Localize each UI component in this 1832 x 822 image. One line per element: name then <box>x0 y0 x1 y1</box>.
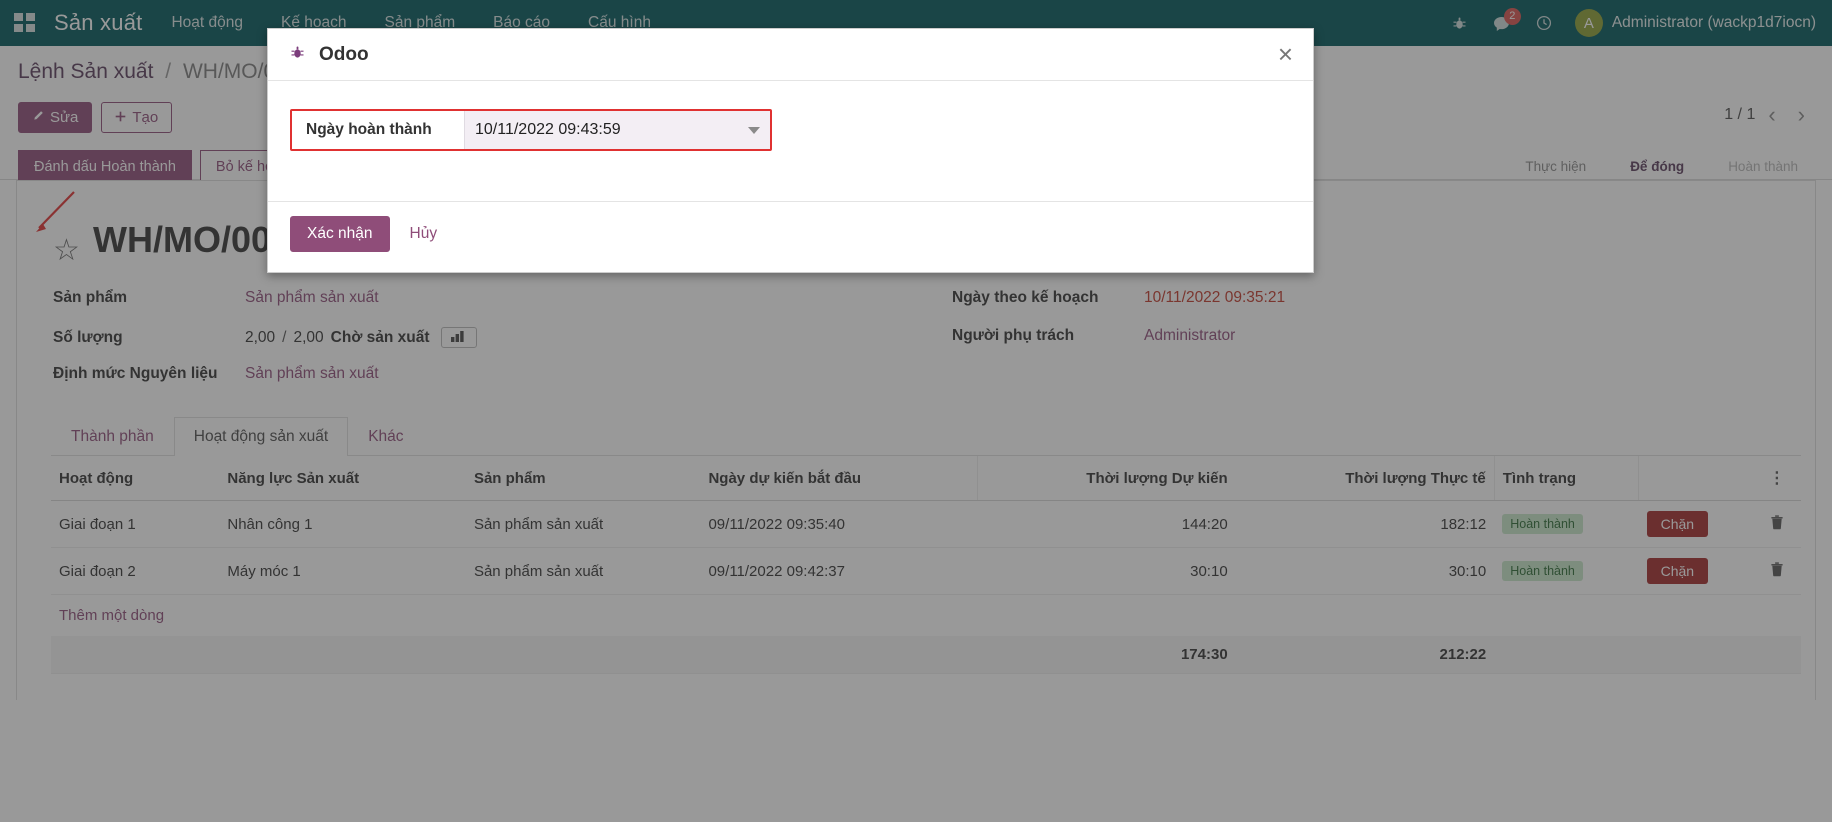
cancel-button[interactable]: Hủy <box>404 217 444 251</box>
dialog-header: Odoo × <box>268 29 1313 81</box>
date-field-highlight: Ngày hoàn thành <box>290 109 772 151</box>
chevron-down-icon[interactable] <box>748 127 760 134</box>
app-root: Sản xuất Hoạt động Kế hoạch Sản phẩm Báo… <box>0 0 1832 822</box>
dialog-title: Odoo <box>319 44 369 66</box>
finished-date-input[interactable] <box>475 112 740 148</box>
bug-icon <box>290 45 305 65</box>
close-icon[interactable]: × <box>1278 41 1293 67</box>
mark-done-dialog: Odoo × Ngày hoàn thành Xác nhận Hủy <box>267 28 1314 273</box>
dialog-footer: Xác nhận Hủy <box>268 201 1313 272</box>
finished-date-label: Ngày hoàn thành <box>292 111 464 149</box>
finished-date-field[interactable] <box>464 111 770 149</box>
confirm-button[interactable]: Xác nhận <box>290 216 390 252</box>
dialog-body: Ngày hoàn thành <box>268 81 1313 201</box>
